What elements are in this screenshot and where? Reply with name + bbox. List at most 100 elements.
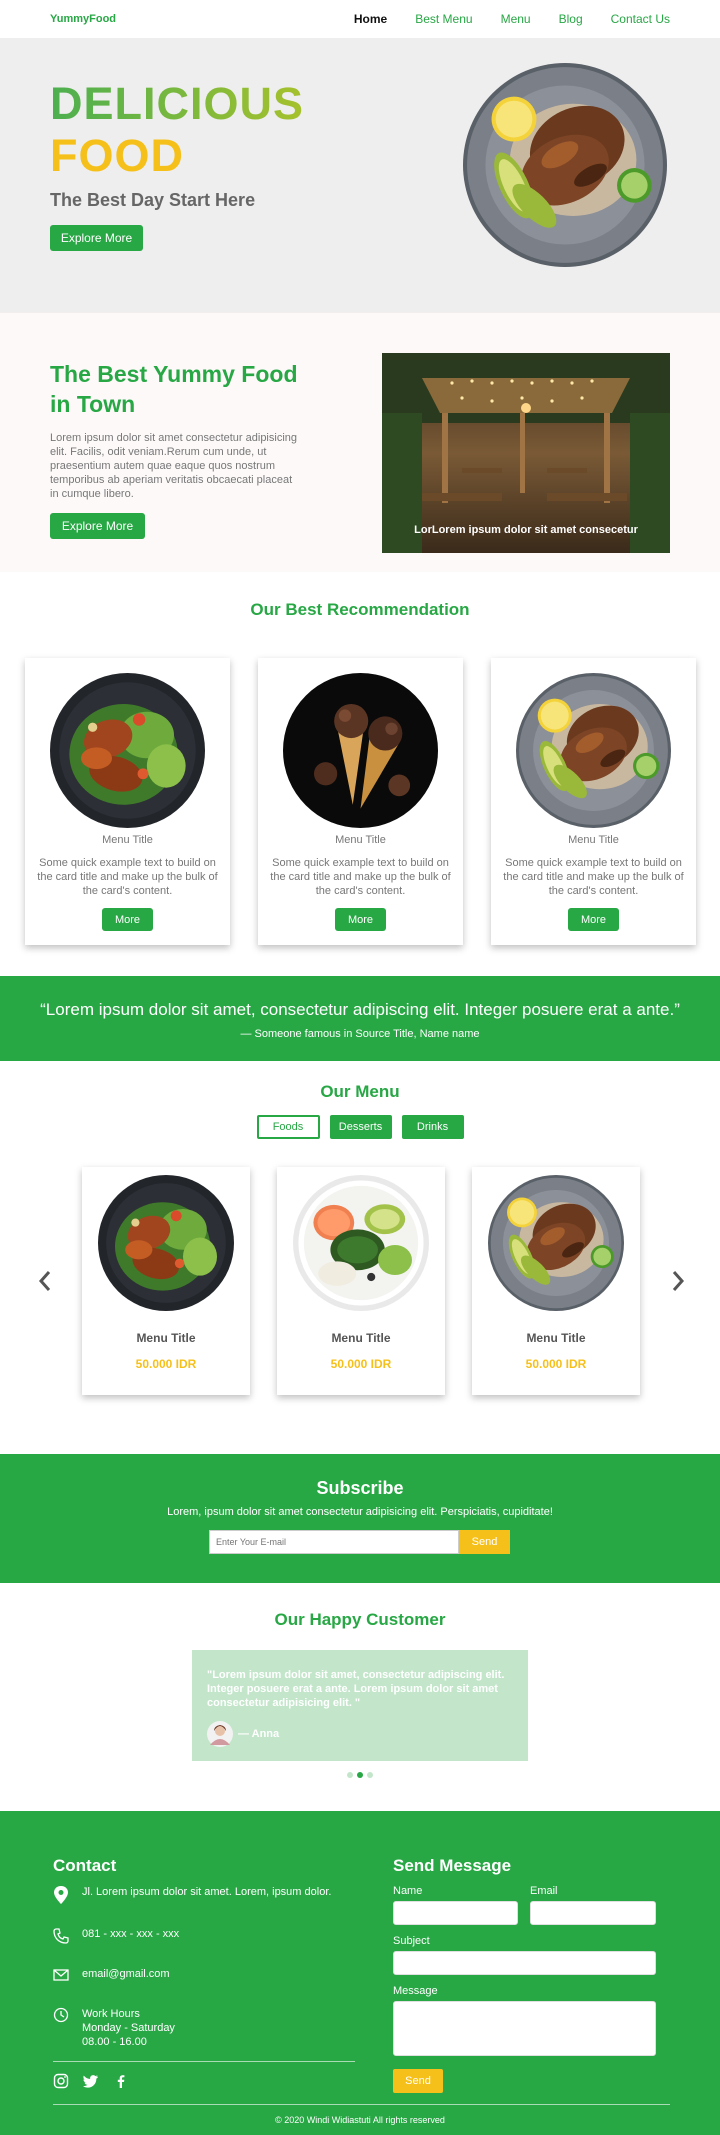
card-title: Menu Title: [335, 834, 386, 846]
tab-foods[interactable]: Foods: [256, 1115, 320, 1139]
subscribe-send-button[interactable]: Send: [459, 1530, 510, 1554]
contact-hours: Work Hours Monday - Saturday 08.00 - 16.…: [53, 2007, 175, 2049]
menu-title: Our Menu: [320, 1082, 400, 1101]
card-more-button[interactable]: More: [335, 908, 386, 931]
carousel-dot[interactable]: [347, 1772, 353, 1778]
hours-time: 08.00 - 16.00: [82, 2036, 147, 2048]
restaurant-image: [382, 353, 670, 553]
message-send-button[interactable]: Send: [393, 2069, 443, 2093]
nav-links: Home Best Menu Menu Blog Contact Us: [354, 12, 670, 26]
message-label: Message: [393, 1985, 438, 1997]
about-title: The Best Yummy Food in Town: [50, 361, 298, 417]
navbar: YummyFood Home Best Menu Menu Blog Conta…: [0, 0, 720, 38]
recommendation-card: Menu Title Some quick example text to bu…: [491, 658, 696, 945]
menu-item-card[interactable]: Menu Title 50.000 IDR: [472, 1167, 640, 1395]
tab-desserts[interactable]: Desserts: [329, 1115, 392, 1139]
footer: Contact Jl. Lorem ipsum dolor sit amet. …: [0, 1811, 720, 2135]
hero-section: DELICIOUS FOOD The Best Day Start Here E…: [0, 38, 720, 312]
contact-email: email@gmail.com: [53, 1968, 170, 1982]
poke-bowl-image: [293, 1175, 429, 1311]
customer-title: Our Happy Customer: [274, 1610, 446, 1629]
nav-link-menu[interactable]: Menu: [501, 12, 531, 26]
tab-drinks[interactable]: Drinks: [401, 1115, 464, 1139]
about-explore-button[interactable]: Explore More: [50, 513, 145, 539]
menu-item-price: 50.000 IDR: [330, 1357, 392, 1371]
contact-address-text: Jl. Lorem ipsum dolor sit amet. Lorem, i…: [82, 1886, 332, 1898]
quote-text: “Lorem ipsum dolor sit amet, consectetur…: [40, 1000, 680, 1019]
testimonial-author-name: — Anna: [238, 1728, 280, 1740]
restaurant-image-caption: LorLorem ipsum dolor sit amet consecetur: [414, 524, 638, 536]
name-label: Name: [393, 1885, 423, 1897]
card-more-button[interactable]: More: [568, 908, 619, 931]
name-field[interactable]: [393, 1901, 518, 1925]
card-text: Some quick example text to build on the …: [503, 857, 684, 897]
social-links: [53, 2073, 129, 2089]
hero-food-image: [463, 63, 667, 267]
location-pin-icon: [54, 1886, 68, 1904]
send-message-title: Send Message: [393, 1856, 512, 1875]
icecream-image: [283, 673, 438, 828]
chicken-image: [488, 1175, 624, 1311]
nav-link-best-menu[interactable]: Best Menu: [415, 12, 472, 26]
carousel-dot[interactable]: [367, 1772, 373, 1778]
footer-bottom-divider: [53, 2104, 670, 2105]
menu-item-price: 50.000 IDR: [135, 1357, 197, 1371]
card-text: Some quick example text to build on the …: [37, 857, 218, 897]
quote-source: — Someone famous in Source Title, Name n…: [240, 1028, 480, 1040]
phone-icon: [53, 1928, 69, 1944]
contact-title: Contact: [53, 1856, 117, 1875]
card-more-button[interactable]: More: [102, 908, 153, 931]
hero-explore-button[interactable]: Explore More: [50, 225, 143, 251]
hero-subtitle: The Best Day Start Here: [50, 190, 256, 210]
contact-phone: 081 - xxx - xxx - xxx: [53, 1928, 179, 1944]
email-label: Email: [530, 1885, 558, 1897]
subscribe-section: Subscribe Lorem, ipsum dolor sit amet co…: [0, 1454, 720, 1583]
subject-label: Subject: [393, 1935, 430, 1947]
menu-item-card[interactable]: Menu Title 50.000 IDR: [82, 1167, 250, 1395]
nav-link-contact-us[interactable]: Contact Us: [611, 12, 670, 26]
chevron-left-icon[interactable]: [35, 1268, 55, 1294]
salad-image: [98, 1175, 234, 1311]
instagram-icon[interactable]: [53, 2073, 69, 2089]
mail-icon: [53, 1969, 69, 1981]
carousel-indicators: [0, 1772, 720, 1778]
quote-banner: “Lorem ipsum dolor sit amet, consectetur…: [0, 976, 720, 1061]
subscribe-title: Subscribe: [316, 1478, 404, 1498]
nav-link-home[interactable]: Home: [354, 12, 387, 26]
contact-address: Jl. Lorem ipsum dolor sit amet. Lorem, i…: [53, 1886, 331, 1904]
brand-logo[interactable]: YummyFood: [50, 13, 116, 25]
clock-icon: [53, 2007, 69, 2023]
menu-item-title: Menu Title: [526, 1331, 586, 1345]
contact-email-text: email@gmail.com: [82, 1968, 170, 1980]
carousel-dot[interactable]: [357, 1772, 363, 1778]
menu-item-price: 50.000 IDR: [525, 1357, 587, 1371]
menu-item-title: Menu Title: [136, 1331, 196, 1345]
salad-image: [50, 673, 205, 828]
copyright-text: © 2020 Windi Widiastuti All rights reser…: [275, 2115, 445, 2125]
recommendation-title: Our Best Recommendation: [250, 600, 470, 619]
card-text: Some quick example text to build on the …: [270, 857, 451, 897]
card-title: Menu Title: [568, 834, 619, 846]
testimonial-card: "Lorem ipsum dolor sit amet, consectetur…: [192, 1650, 528, 1761]
email-field[interactable]: [530, 1901, 656, 1925]
chevron-right-icon[interactable]: [668, 1268, 688, 1294]
footer-divider: [53, 2061, 355, 2062]
message-field[interactable]: [393, 2001, 656, 2056]
subscribe-text: Lorem, ipsum dolor sit amet consectetur …: [167, 1506, 553, 1518]
avatar: [207, 1721, 233, 1747]
recommendation-card: Menu Title Some quick example text to bu…: [258, 658, 463, 945]
twitter-icon[interactable]: [83, 2073, 99, 2089]
recommendation-card: Menu Title Some quick example text to bu…: [25, 658, 230, 945]
hero-title-line1: DELICIOUS: [50, 78, 305, 129]
menu-item-title: Menu Title: [331, 1331, 391, 1345]
menu-item-card[interactable]: Menu Title 50.000 IDR: [277, 1167, 445, 1395]
testimonial-author: — Anna: [207, 1721, 279, 1747]
subscribe-form: Send: [209, 1530, 510, 1554]
testimonial-quote: "Lorem ipsum dolor sit amet, consectetur…: [207, 1669, 505, 1709]
facebook-icon[interactable]: [113, 2073, 129, 2089]
subject-field[interactable]: [393, 1951, 656, 1975]
hours-days: Monday - Saturday: [82, 2022, 175, 2034]
subscribe-email-input[interactable]: [209, 1530, 459, 1554]
nav-link-blog[interactable]: Blog: [559, 12, 583, 26]
menu-tabs: Foods Desserts Drinks: [0, 1115, 720, 1139]
